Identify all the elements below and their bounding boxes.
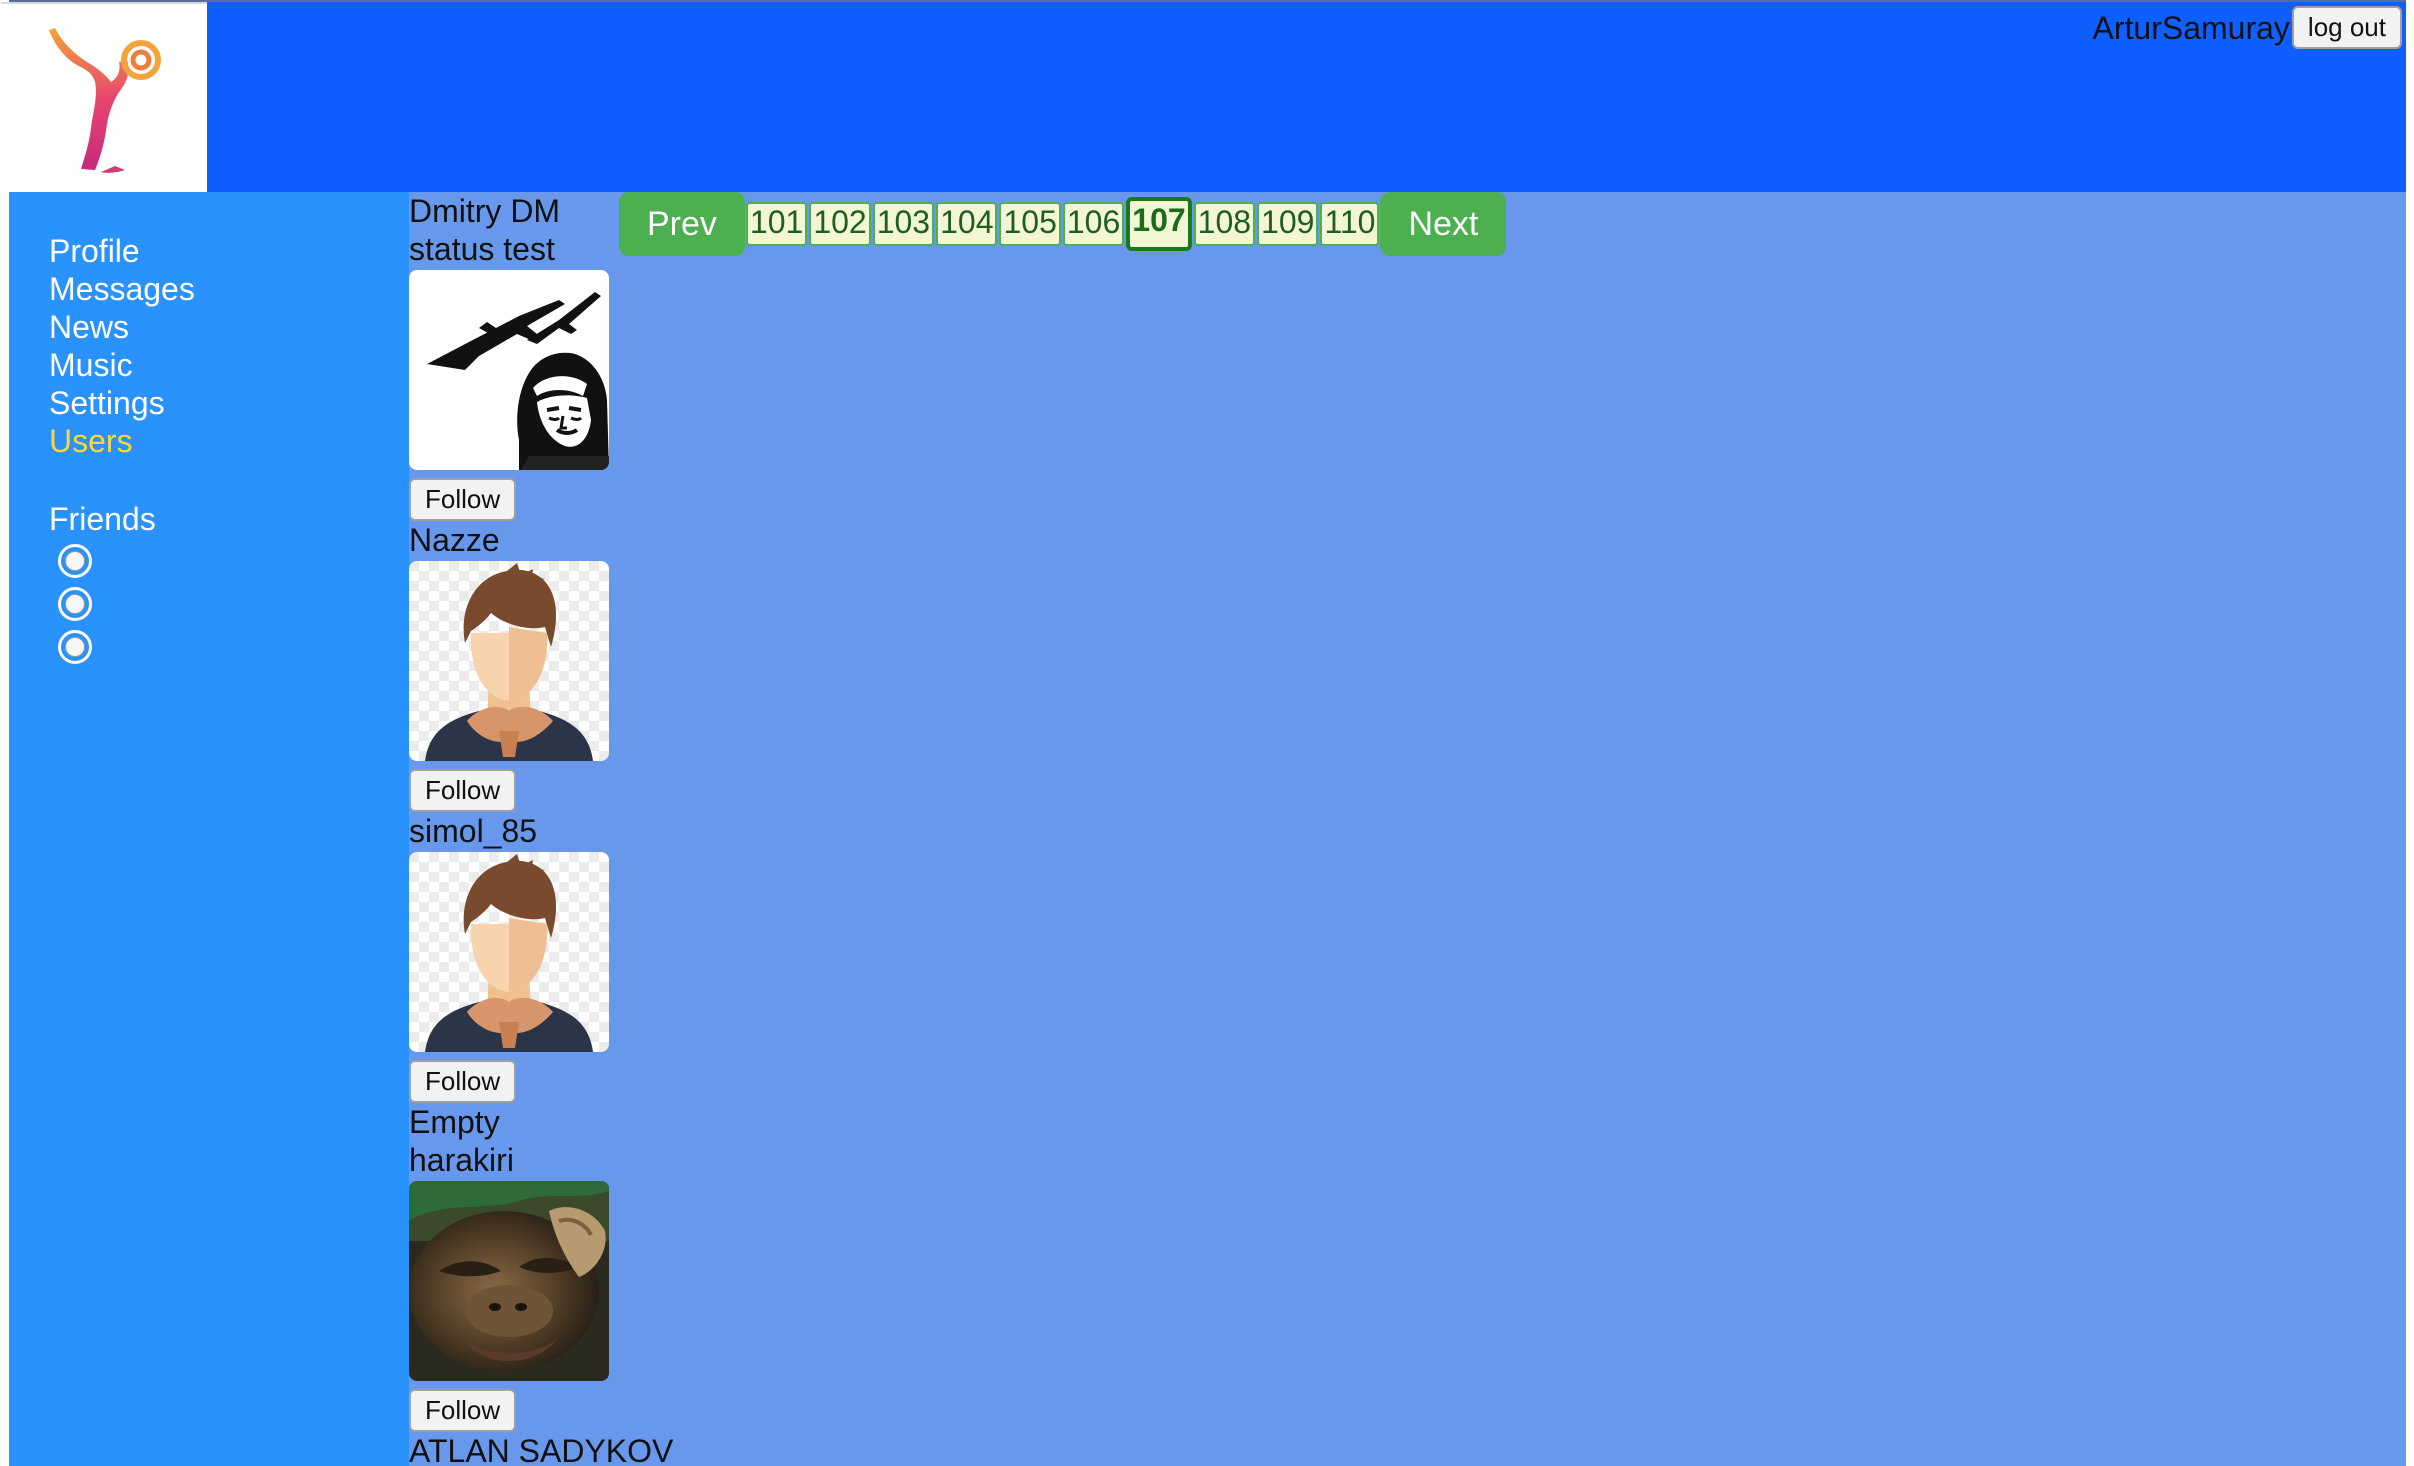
user-avatar xyxy=(409,270,609,470)
user-avatar xyxy=(409,852,609,1052)
nav-item-settings[interactable]: Settings xyxy=(49,384,409,422)
logout-button[interactable]: log out xyxy=(2291,6,2402,49)
user-name: Empty xyxy=(409,1104,500,1140)
nav-item-music[interactable]: Music xyxy=(49,346,409,384)
pilot-plane-icon xyxy=(409,270,609,470)
nav-item-news[interactable]: News xyxy=(49,308,409,346)
user-item: ATLAN SADYKOV xyxy=(409,1432,1009,1466)
logo[interactable] xyxy=(1,2,207,194)
page-number[interactable]: 109 xyxy=(1257,202,1319,246)
login-username: ArturSamuray xyxy=(2092,9,2290,46)
app-page: ArturSamuray log out Profile Messages Ne… xyxy=(1,0,2406,1466)
users-content: Dmitry DM status test Follow Nazze Follo… xyxy=(409,192,2406,1466)
user-name: ATLAN SADYKOV xyxy=(409,1433,674,1466)
follow-button[interactable]: Follow xyxy=(409,478,517,521)
page-number-current[interactable]: 107 xyxy=(1126,197,1192,251)
page-number[interactable]: 110 xyxy=(1320,202,1380,246)
friend-avatar[interactable] xyxy=(58,630,92,664)
page-number[interactable]: 106 xyxy=(1062,202,1125,246)
user-item: Nazze Follow xyxy=(409,521,1009,812)
friend-avatar[interactable] xyxy=(58,544,92,578)
friends-title: Friends xyxy=(49,501,156,537)
monkey-photo-icon xyxy=(409,1181,609,1381)
pagination: Prev 101 102 103 104 105 106 107 108 109… xyxy=(619,192,1507,256)
user-name: simol_85 xyxy=(409,813,538,849)
users-list: Dmitry DM status test Follow Nazze Follo… xyxy=(409,192,1009,1466)
prev-page-button[interactable]: Prev xyxy=(619,192,745,256)
page-number[interactable]: 102 xyxy=(809,202,871,246)
follow-button[interactable]: Follow xyxy=(409,1060,517,1103)
default-man-avatar-icon xyxy=(409,561,609,761)
friend-avatar[interactable] xyxy=(58,587,92,621)
nav-item-profile[interactable]: Profile xyxy=(49,232,409,270)
dancer-logo-icon xyxy=(1,4,207,194)
app-header: ArturSamuray log out xyxy=(1,0,2406,194)
page-number[interactable]: 108 xyxy=(1193,202,1256,246)
login-area: ArturSamuray log out xyxy=(2093,6,2402,49)
user-name: Nazze xyxy=(409,522,500,558)
user-item: Empty harakiri Follow xyxy=(409,1103,1009,1432)
sidebar-nav: Profile Messages News Music Settings Use… xyxy=(9,192,409,1466)
follow-button[interactable]: Follow xyxy=(409,769,517,812)
next-page-button[interactable]: Next xyxy=(1380,192,1507,256)
user-avatar xyxy=(409,1181,609,1381)
page-number[interactable]: 105 xyxy=(999,202,1061,246)
default-man-avatar-icon xyxy=(409,852,609,1052)
user-item: simol_85 Follow xyxy=(409,812,1009,1103)
user-avatar xyxy=(409,561,609,761)
nav-item-users[interactable]: Users xyxy=(49,422,409,460)
nav-item-messages[interactable]: Messages xyxy=(49,270,409,308)
follow-button[interactable]: Follow xyxy=(409,1389,517,1432)
page-number[interactable]: 104 xyxy=(936,202,998,246)
page-number[interactable]: 101 xyxy=(745,202,808,246)
user-status: harakiri xyxy=(409,1142,514,1178)
page-number[interactable]: 103 xyxy=(872,202,935,246)
